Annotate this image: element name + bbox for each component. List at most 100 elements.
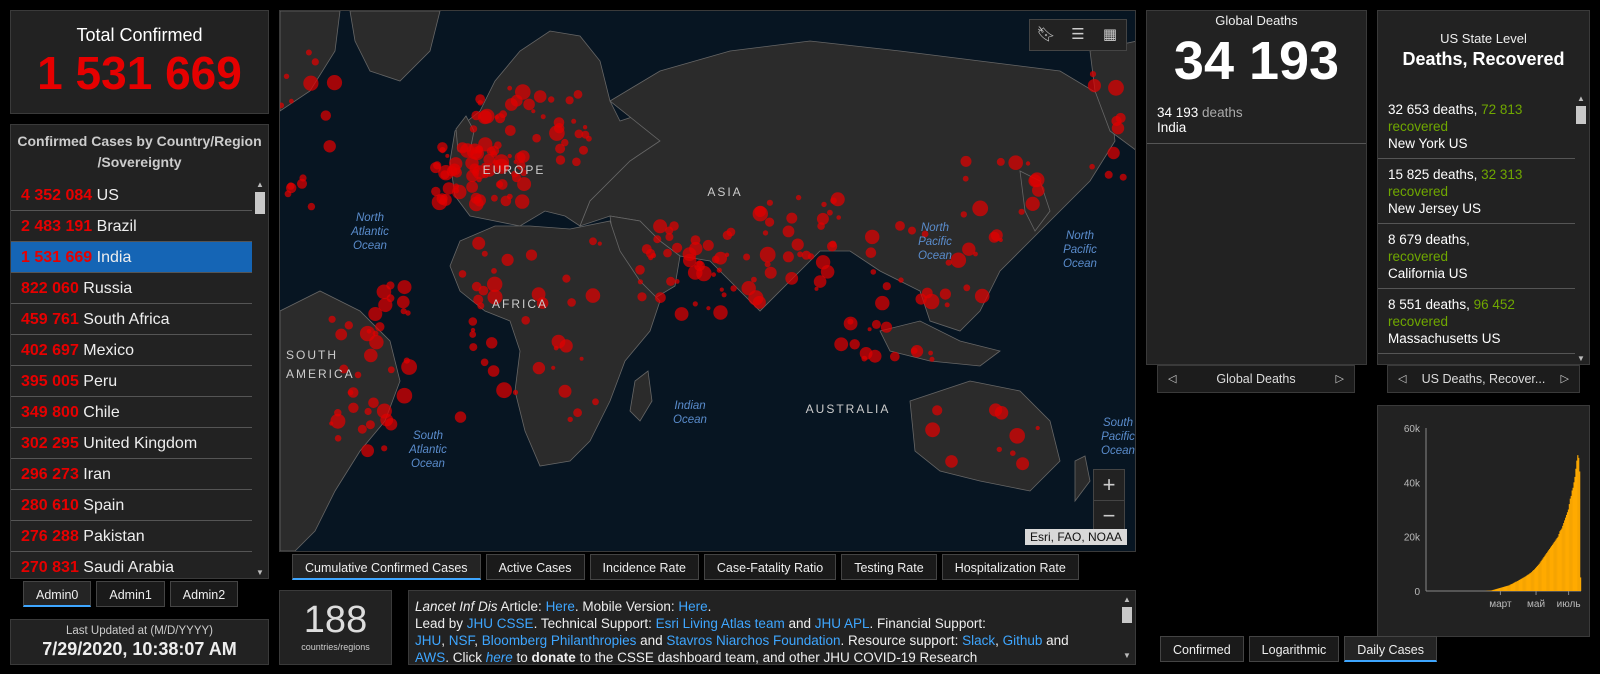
case-marker[interactable]	[898, 277, 904, 283]
case-marker[interactable]	[500, 195, 512, 207]
case-marker[interactable]	[870, 269, 877, 275]
tab-admin2[interactable]: Admin2	[169, 581, 239, 607]
case-marker[interactable]	[364, 348, 378, 363]
scroll-down-icon[interactable]: ▼	[1575, 354, 1587, 364]
us-state-row[interactable]: 8 551 deaths, 96 452 recovered Massachuset…	[1378, 289, 1575, 354]
case-marker[interactable]	[996, 446, 1002, 453]
scroll-down-icon[interactable]: ▼	[254, 568, 266, 578]
case-marker[interactable]	[1107, 146, 1120, 160]
scroll-down-icon[interactable]: ▼	[1121, 651, 1133, 661]
case-marker[interactable]	[945, 455, 958, 468]
case-marker[interactable]	[329, 421, 334, 426]
case-marker[interactable]	[579, 356, 584, 361]
case-marker[interactable]	[469, 196, 484, 212]
country-row[interactable]: 2 483 191 Brazil	[11, 211, 252, 242]
case-marker[interactable]	[1119, 173, 1127, 181]
case-marker[interactable]	[724, 252, 730, 257]
case-marker[interactable]	[929, 356, 935, 362]
case-marker[interactable]	[689, 241, 703, 256]
case-marker[interactable]	[561, 138, 569, 147]
tab-cumulative-confirmed[interactable]: Cumulative Confirmed Cases	[292, 554, 481, 580]
scroll-thumb[interactable]	[1122, 607, 1132, 623]
case-marker[interactable]	[972, 200, 989, 217]
case-marker[interactable]	[515, 194, 530, 209]
case-marker[interactable]	[514, 152, 526, 163]
case-marker[interactable]	[786, 212, 798, 224]
case-marker[interactable]	[928, 350, 933, 356]
case-marker[interactable]	[665, 233, 674, 241]
next-arrow-icon[interactable]: ▷	[1336, 366, 1344, 392]
case-marker[interactable]	[334, 435, 342, 442]
case-marker[interactable]	[472, 236, 486, 250]
case-marker[interactable]	[368, 397, 379, 409]
case-marker[interactable]	[499, 110, 507, 119]
case-marker[interactable]	[702, 239, 714, 251]
case-marker[interactable]	[573, 408, 582, 418]
case-marker[interactable]	[469, 125, 478, 133]
case-marker[interactable]	[548, 96, 555, 103]
scroll-up-icon[interactable]: ▲	[1121, 595, 1133, 605]
case-marker[interactable]	[663, 248, 672, 258]
case-marker[interactable]	[573, 90, 583, 99]
tab-case-fatality[interactable]: Case-Fatality Ratio	[703, 554, 837, 580]
case-marker[interactable]	[505, 98, 518, 111]
case-marker[interactable]	[921, 287, 933, 299]
scroll-thumb[interactable]	[1576, 106, 1586, 124]
slack-link[interactable]: Slack	[962, 633, 995, 648]
stavros-link[interactable]: Stavros Niarchos Foundation	[666, 633, 840, 648]
tab-hospitalization-rate[interactable]: Hospitalization Rate	[941, 554, 1079, 580]
prev-arrow-icon[interactable]: ◁	[1398, 366, 1406, 392]
case-marker[interactable]	[597, 241, 602, 246]
tab-daily-cases[interactable]: Daily Cases	[1344, 636, 1437, 662]
case-marker[interactable]	[532, 361, 546, 375]
case-marker[interactable]	[674, 279, 680, 284]
case-marker[interactable]	[533, 90, 547, 103]
legend-list-icon[interactable]: ☰	[1062, 20, 1094, 50]
case-marker[interactable]	[551, 365, 556, 370]
case-marker[interactable]	[289, 98, 294, 104]
case-marker[interactable]	[431, 186, 441, 197]
case-marker[interactable]	[396, 387, 413, 404]
case-marker[interactable]	[481, 250, 488, 257]
case-marker[interactable]	[683, 253, 697, 268]
case-marker[interactable]	[364, 407, 372, 416]
jhu-apl-link[interactable]: JHU APL	[815, 616, 870, 631]
case-marker[interactable]	[405, 310, 411, 316]
case-marker[interactable]	[491, 268, 497, 274]
case-marker[interactable]	[762, 230, 769, 236]
case-marker[interactable]	[368, 307, 383, 321]
case-marker[interactable]	[466, 169, 479, 183]
case-marker[interactable]	[1025, 161, 1031, 166]
github-link[interactable]: Github	[1003, 633, 1043, 648]
case-marker[interactable]	[439, 147, 446, 154]
case-marker[interactable]	[801, 250, 811, 260]
country-list-scrollbar[interactable]: ▲ ▼	[254, 180, 266, 578]
case-marker[interactable]	[439, 193, 452, 206]
zoom-out-button[interactable]: −	[1094, 500, 1124, 530]
case-marker[interactable]	[962, 242, 976, 256]
case-marker[interactable]	[865, 229, 880, 245]
case-marker[interactable]	[666, 276, 676, 286]
tab-logarithmic[interactable]: Logarithmic	[1248, 636, 1340, 662]
case-marker[interactable]	[401, 359, 417, 375]
case-marker[interactable]	[303, 75, 319, 91]
tab-admin1[interactable]: Admin1	[96, 581, 165, 607]
case-marker[interactable]	[672, 242, 683, 253]
case-marker[interactable]	[525, 249, 538, 261]
esri-link[interactable]: Esri Living Atlas team	[656, 616, 785, 631]
case-marker[interactable]	[330, 413, 346, 429]
case-marker[interactable]	[491, 194, 498, 202]
case-marker[interactable]	[442, 182, 456, 195]
case-marker[interactable]	[501, 253, 514, 266]
case-marker[interactable]	[523, 98, 535, 111]
case-marker[interactable]	[348, 402, 359, 413]
case-marker[interactable]	[376, 403, 392, 419]
us-state-scrollbar[interactable]: ▲ ▼	[1575, 94, 1587, 364]
case-marker[interactable]	[721, 292, 727, 298]
aws-link[interactable]: AWS	[415, 650, 445, 664]
case-marker[interactable]	[470, 327, 476, 333]
case-marker[interactable]	[581, 130, 590, 139]
donate-here-link[interactable]: here	[486, 650, 513, 664]
daily-bar[interactable]	[1579, 471, 1581, 591]
case-marker[interactable]	[988, 231, 1000, 243]
